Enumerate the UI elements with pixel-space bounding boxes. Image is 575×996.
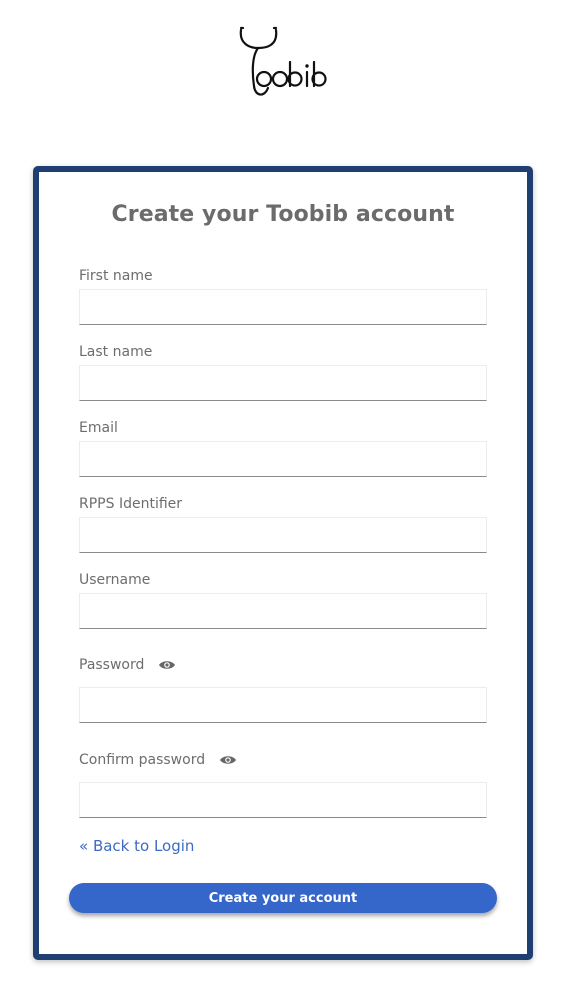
password-input[interactable] [79, 687, 487, 723]
password-label: Password [79, 656, 487, 674]
email-group: Email [79, 419, 487, 477]
first-name-group: First name [79, 267, 487, 325]
confirm-password-group: Confirm password [79, 751, 487, 818]
signup-card: Create your Toobib account First name La… [33, 166, 533, 960]
last-name-label: Last name [79, 344, 153, 360]
confirm-password-label: Confirm password [79, 751, 487, 769]
rpps-group: RPPS Identifier [79, 495, 487, 553]
first-name-input[interactable] [79, 289, 487, 325]
form-title: Create your Toobib account [111, 202, 455, 227]
password-group: Password [79, 656, 487, 723]
toobib-logo [236, 24, 336, 102]
last-name-input[interactable] [79, 365, 487, 401]
eye-icon[interactable] [219, 754, 237, 766]
email-label: Email [79, 420, 118, 436]
rpps-label: RPPS Identifier [79, 496, 183, 512]
eye-icon[interactable] [158, 659, 176, 671]
email-input[interactable] [79, 441, 487, 477]
username-group: Username [79, 571, 487, 629]
rpps-input[interactable] [79, 517, 487, 553]
create-account-button[interactable]: Create your account [69, 883, 497, 913]
username-label: Username [79, 572, 151, 588]
last-name-group: Last name [79, 343, 487, 401]
confirm-password-input[interactable] [79, 782, 487, 818]
username-input[interactable] [79, 593, 487, 629]
back-to-login-link[interactable]: « Back to Login [79, 837, 194, 855]
first-name-label: First name [79, 268, 153, 284]
